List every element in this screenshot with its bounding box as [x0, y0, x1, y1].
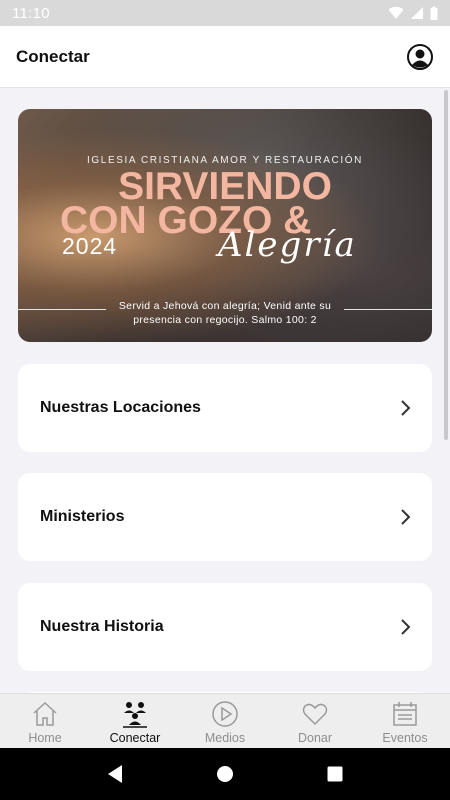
- banner-script-word: Alegría: [218, 225, 357, 265]
- hero-banner[interactable]: IGLESIA CRISTIANA AMOR Y RESTAURACIÓN SI…: [18, 109, 432, 342]
- page-title: Conectar: [16, 46, 90, 66]
- banner-divider-left: [18, 309, 106, 310]
- tab-eventos[interactable]: Eventos: [360, 694, 450, 748]
- card-ministerios[interactable]: Ministerios: [18, 473, 432, 561]
- tab-medios[interactable]: Medios: [180, 694, 270, 748]
- chevron-right-icon: [401, 400, 411, 416]
- people-icon: [121, 700, 149, 728]
- tab-conectar[interactable]: Conectar: [90, 694, 180, 748]
- profile-button[interactable]: [406, 43, 434, 71]
- system-nav-bar: [0, 748, 450, 800]
- status-time: 11:10: [12, 4, 50, 22]
- card-label: Nuestras Locaciones: [40, 399, 201, 416]
- calendar-icon: [391, 700, 419, 728]
- user-icon: [407, 43, 433, 70]
- content-scroll[interactable]: IGLESIA CRISTIANA AMOR Y RESTAURACIÓN SI…: [0, 88, 450, 693]
- recents-button[interactable]: [320, 759, 350, 789]
- home-icon: [31, 700, 59, 728]
- wifi-icon: [388, 6, 404, 19]
- banner-divider-right: [344, 309, 432, 310]
- tab-home[interactable]: Home: [0, 694, 90, 748]
- card-label: Nuestra Historia: [40, 618, 164, 635]
- home-button[interactable]: [210, 759, 240, 789]
- banner-year: 2024: [62, 233, 118, 259]
- chevron-right-icon: [401, 509, 411, 525]
- status-bar: 11:10: [0, 0, 450, 26]
- tab-label: Eventos: [382, 731, 428, 745]
- banner-verse: Servid a Jehová con alegría; Venid ante …: [118, 300, 332, 326]
- tab-label: Donar: [297, 731, 333, 745]
- card-label: Ministerios: [40, 508, 125, 525]
- play-circle-icon: [211, 700, 239, 728]
- tab-label: Medios: [204, 731, 246, 745]
- bottom-tab-bar: Home Conectar Medios Donar Eventos: [0, 693, 450, 748]
- app-header: Conectar: [0, 26, 450, 88]
- battery-icon: [430, 6, 438, 20]
- status-icons: [388, 6, 438, 20]
- chevron-right-icon: [401, 619, 411, 635]
- tab-label: Conectar: [109, 731, 161, 745]
- card-nuestras-locaciones[interactable]: Nuestras Locaciones: [18, 364, 432, 452]
- tab-donar[interactable]: Donar: [270, 694, 360, 748]
- tab-label: Home: [28, 731, 62, 745]
- scrollbar[interactable]: [444, 90, 448, 440]
- recents-square-icon: [327, 766, 343, 782]
- home-circle-icon: [217, 766, 233, 782]
- back-triangle-icon: [108, 765, 122, 783]
- heart-icon: [301, 700, 329, 728]
- back-button[interactable]: [100, 759, 130, 789]
- card-nuestra-historia[interactable]: Nuestra Historia: [18, 583, 432, 671]
- signal-icon: [411, 7, 423, 19]
